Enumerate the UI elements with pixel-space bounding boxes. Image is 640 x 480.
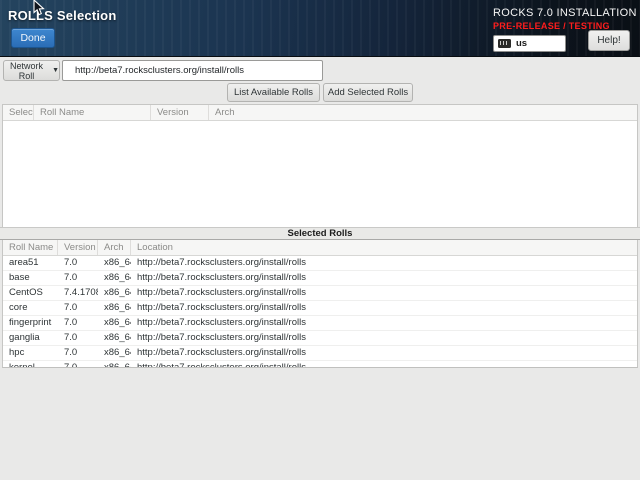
column-header-version[interactable]: Version (58, 240, 98, 255)
page-title: ROLLS Selection (8, 8, 116, 23)
roll-location-cell: http://beta7.rocksclusters.org/install/r… (131, 316, 637, 330)
selected-rolls-body: area51 7.0 x86_64 http://beta7.rocksclus… (3, 256, 637, 368)
roll-location-cell: http://beta7.rocksclusters.org/install/r… (131, 271, 637, 285)
roll-arch-cell: x86_64 (98, 256, 131, 270)
roll-name-cell: core (3, 301, 58, 315)
selected-rolls-header: Roll Name Version Arch Location (3, 240, 637, 256)
roll-name-cell: area51 (3, 256, 58, 270)
keyboard-layout-label: us (516, 38, 527, 49)
roll-version-cell: 7.0 (58, 331, 98, 345)
roll-arch-cell: x86_64 (98, 316, 131, 330)
column-header-arch[interactable]: Arch (209, 105, 637, 120)
roll-location-cell: http://beta7.rocksclusters.org/install/r… (131, 301, 637, 315)
installer-window: ROLLS Selection Done ROCKS 7.0 INSTALLAT… (0, 0, 640, 480)
roll-url-input[interactable] (62, 60, 323, 81)
roll-name-cell: kernel (3, 361, 58, 368)
keyboard-layout-indicator[interactable]: us (493, 35, 566, 52)
roll-name-cell: ganglia (3, 331, 58, 345)
list-available-rolls-button[interactable]: List Available Rolls (227, 83, 320, 102)
roll-arch-cell: x86_64 (98, 361, 131, 368)
selected-roll-row[interactable]: hpc 7.0 x86_64 http://beta7.rockscluster… (3, 346, 637, 361)
available-rolls-table: Select Roll Name Version Arch (2, 104, 638, 227)
roll-version-cell: 7.0 (58, 301, 98, 315)
column-header-version[interactable]: Version (151, 105, 209, 120)
roll-arch-cell: x86_64 (98, 331, 131, 345)
roll-version-cell: 7.0 (58, 256, 98, 270)
selected-roll-row[interactable]: core 7.0 x86_64 http://beta7.rockscluste… (3, 301, 637, 316)
add-selected-rolls-button[interactable]: Add Selected Rolls (323, 83, 413, 102)
roll-location-cell: http://beta7.rocksclusters.org/install/r… (131, 256, 637, 270)
roll-arch-cell: x86_64 (98, 286, 131, 300)
roll-location-cell: http://beta7.rocksclusters.org/install/r… (131, 346, 637, 360)
product-title: ROCKS 7.0 INSTALLATION (493, 7, 637, 19)
selected-roll-row[interactable]: fingerprint 7.0 x86_64 http://beta7.rock… (3, 316, 637, 331)
help-button[interactable]: Help! (588, 30, 630, 51)
header-bar: ROLLS Selection Done ROCKS 7.0 INSTALLAT… (0, 0, 640, 57)
roll-name-cell: fingerprint (3, 316, 58, 330)
selected-rolls-table: Roll Name Version Arch Location area51 7… (2, 240, 638, 368)
column-header-select[interactable]: Select (3, 105, 34, 120)
selected-roll-row[interactable]: area51 7.0 x86_64 http://beta7.rocksclus… (3, 256, 637, 271)
roll-type-selected-label: Network Roll (4, 61, 49, 81)
roll-name-cell: CentOS (3, 286, 58, 300)
column-header-location[interactable]: Location (131, 240, 637, 255)
roll-version-cell: 7.0 (58, 316, 98, 330)
roll-location-cell: http://beta7.rocksclusters.org/install/r… (131, 331, 637, 345)
roll-location-cell: http://beta7.rocksclusters.org/install/r… (131, 361, 637, 368)
keyboard-icon (498, 39, 511, 48)
roll-arch-cell: x86_64 (98, 346, 131, 360)
column-header-arch[interactable]: Arch (98, 240, 131, 255)
chevron-down-icon: ▼ (52, 67, 59, 74)
roll-version-cell: 7.0 (58, 361, 98, 368)
roll-name-cell: hpc (3, 346, 58, 360)
selected-roll-row[interactable]: CentOS 7.4.1708 x86_64 http://beta7.rock… (3, 286, 637, 301)
roll-version-cell: 7.0 (58, 346, 98, 360)
roll-arch-cell: x86_64 (98, 301, 131, 315)
selected-roll-row[interactable]: ganglia 7.0 x86_64 http://beta7.rocksclu… (3, 331, 637, 346)
roll-version-cell: 7.4.1708 (58, 286, 98, 300)
selected-roll-row[interactable]: kernel 7.0 x86_64 http://beta7.rocksclus… (3, 361, 637, 368)
selected-rolls-section-title: Selected Rolls (0, 227, 640, 240)
available-rolls-header: Select Roll Name Version Arch (3, 105, 637, 121)
roll-type-dropdown[interactable]: Network Roll ▼ (3, 60, 60, 81)
roll-version-cell: 7.0 (58, 271, 98, 285)
selected-roll-row[interactable]: base 7.0 x86_64 http://beta7.rockscluste… (3, 271, 637, 286)
column-header-roll-name[interactable]: Roll Name (34, 105, 151, 120)
done-button[interactable]: Done (11, 28, 55, 48)
roll-arch-cell: x86_64 (98, 271, 131, 285)
roll-location-cell: http://beta7.rocksclusters.org/install/r… (131, 286, 637, 300)
column-header-roll-name[interactable]: Roll Name (3, 240, 58, 255)
roll-name-cell: base (3, 271, 58, 285)
